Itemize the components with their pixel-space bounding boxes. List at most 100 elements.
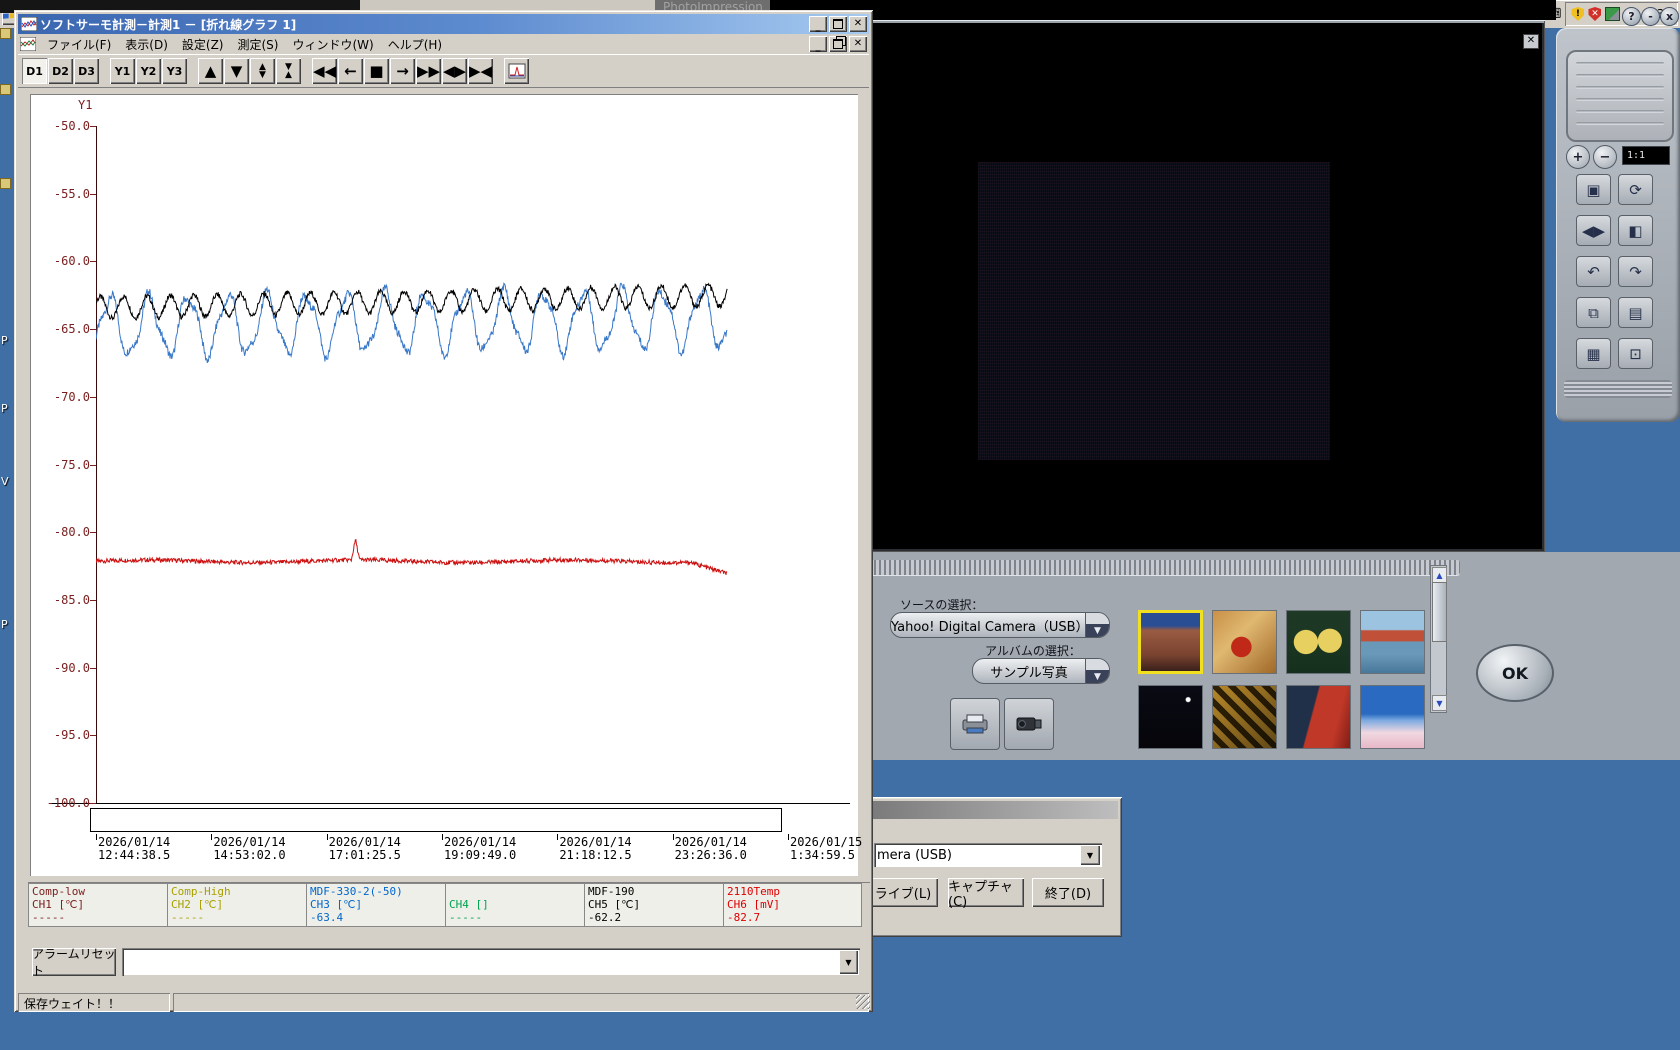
compress-vertical-icon[interactable]: ▼ ▲ — [276, 58, 301, 84]
help-icon[interactable]: ? — [1622, 7, 1641, 26]
minimize-icon[interactable]: - — [1641, 7, 1660, 26]
camcorder-source-button[interactable] — [1004, 698, 1054, 750]
redo-icon[interactable]: ↷ — [1618, 256, 1653, 287]
minimize-icon[interactable]: _ — [809, 16, 827, 32]
thumbnail-gold-weave[interactable] — [1212, 685, 1277, 749]
thumbnail-cardinal-bird[interactable] — [1212, 610, 1277, 674]
thumbnail-yellow-flowers[interactable] — [1286, 610, 1351, 674]
restore-icon[interactable] — [829, 36, 847, 52]
close-icon[interactable]: x — [1660, 7, 1679, 26]
menu-f[interactable]: ファイル(F) — [40, 35, 118, 54]
chevron-down-icon[interactable]: ▼ — [1080, 845, 1100, 865]
capture-source-dropdown[interactable]: mera (USB) ▼ — [874, 843, 1102, 867]
scroll-down-icon[interactable]: ▼ — [224, 58, 249, 84]
mirror-page-icon[interactable]: ◧ — [1618, 215, 1653, 246]
dialog-button-capture[interactable]: キャプチャ(C) — [948, 878, 1024, 910]
thermo-titlebar[interactable]: ソフトサーモ計測－計測1 － [折れ線グラフ 1] _ ✕ — [18, 14, 869, 34]
rotate-icon[interactable]: ⟳ — [1618, 174, 1653, 205]
toolbar-button-y1[interactable]: Y1 — [110, 58, 135, 84]
capture-dialog-titlebar[interactable] — [870, 801, 1118, 819]
alarm-reset-button[interactable]: アラームリセット — [32, 947, 116, 978]
menu-s[interactable]: 測定(S) — [230, 35, 285, 54]
page-icon[interactable]: ▤ — [1618, 297, 1653, 328]
expand-vertical-icon[interactable]: ▲ ▼ — [250, 58, 275, 84]
close-icon[interactable]: ✕ — [849, 36, 867, 52]
desktop-icon-label[interactable]: P — [1, 618, 8, 631]
y-tick-label: -60.0 — [53, 254, 90, 269]
flip-horizontal-icon[interactable]: ◀▶ — [1576, 215, 1611, 246]
scroll-up-icon[interactable]: ▲ — [1432, 567, 1447, 583]
chevron-down-icon[interactable]: ▼ — [1085, 613, 1109, 637]
stop-icon[interactable]: ■ — [364, 58, 389, 84]
fast-forward-icon[interactable]: ▶▶ — [416, 58, 441, 84]
minimize-icon[interactable]: _ — [809, 36, 827, 52]
toolbar-button-d3[interactable]: D3 — [74, 58, 99, 84]
thumbnail-night-sky[interactable] — [1138, 685, 1203, 749]
toolbar-button-d2[interactable]: D2 — [48, 58, 73, 84]
resize-grip[interactable] — [856, 995, 870, 1009]
close-icon[interactable]: ✕ — [849, 16, 867, 32]
menu-h[interactable]: ヘルプ(H) — [381, 35, 449, 54]
mdi-child-icon[interactable] — [20, 37, 36, 51]
scroll-up-icon[interactable]: ▲ — [198, 58, 223, 84]
zoom-in-icon[interactable]: + — [1566, 145, 1590, 169]
source-select-value: Yahoo! Digital Camera（USB） — [891, 619, 1085, 635]
photoimpression-tool-panel: + − 1:1 ▣ ⟳ ◀▶ ◧ ↶ ↷ ⧉ ▤ ▦ ⊡ — [1556, 28, 1680, 422]
thumbnail-sky-clouds[interactable] — [1360, 685, 1425, 749]
thumbnail-ship-bow[interactable] — [1286, 685, 1351, 749]
error-shield-icon[interactable]: ✕ — [1588, 7, 1602, 21]
chevron-down-icon[interactable]: ▼ — [1085, 659, 1109, 683]
menu-w[interactable]: ウィンドウ(W) — [285, 35, 380, 54]
legend-cell-ch6: 2110Temp CH6 [mV] -82.7 — [723, 883, 862, 927]
thumbnail-red-rock-spires[interactable] — [1138, 610, 1203, 674]
scanner-source-button[interactable] — [950, 698, 1000, 750]
scrollbar-thumb[interactable] — [1432, 582, 1447, 642]
warning-shield-icon[interactable]: ! — [1571, 7, 1585, 21]
alarm-combo-box[interactable]: ▼ — [122, 948, 860, 976]
fast-back-icon[interactable]: ◀◀ — [312, 58, 337, 84]
preview-close-icon[interactable]: ✕ — [1523, 34, 1539, 49]
desktop-icon-fragment[interactable] — [0, 84, 11, 95]
status-message: 保存ウェイト！！ — [18, 993, 170, 1012]
print-icon[interactable]: ▦ — [1576, 338, 1611, 369]
ridge-divider — [834, 560, 1460, 575]
scroll-down-icon[interactable]: ▼ — [1432, 695, 1447, 711]
dialog-button-drive[interactable]: ライブ(L) — [868, 878, 938, 907]
capture-dialog: mera (USB) ▼ ライブ(L) キャプチャ(C) 終了(D) — [866, 797, 1122, 937]
compress-horizontal-icon[interactable]: ▶◀ — [468, 58, 493, 84]
maximize-icon[interactable] — [829, 16, 847, 32]
toolbar-button-d1[interactable]: D1 — [22, 58, 47, 84]
desktop-icon-label[interactable]: V — [1, 475, 9, 488]
dialog-button-exit[interactable]: 終了(D) — [1032, 878, 1104, 907]
toolbar-button-y3[interactable]: Y3 — [162, 58, 187, 84]
toolbar-button-y2[interactable]: Y2 — [136, 58, 161, 84]
desktop-icon-label[interactable]: P — [1, 402, 8, 415]
ridge-divider — [1564, 380, 1672, 398]
thumbnail-scrollbar[interactable]: ▲ ▼ — [1430, 565, 1447, 713]
thumbnail-harbor-boats[interactable] — [1360, 610, 1425, 674]
y-tick-label: -70.0 — [53, 389, 90, 404]
desktop-icon-fragment[interactable] — [0, 178, 11, 189]
expand-horizontal-icon[interactable]: ◀▶ — [442, 58, 467, 84]
toolbar-gap — [100, 71, 110, 72]
undo-icon[interactable]: ↶ — [1576, 256, 1611, 287]
desktop-icon-label[interactable]: P — [1, 334, 8, 347]
menu-d[interactable]: 表示(D) — [118, 35, 175, 54]
legend-cell-ch2: Comp-High CH2 [℃] ----- — [167, 883, 306, 927]
step-back-icon[interactable]: ← — [338, 58, 363, 84]
graph-view-icon[interactable] — [504, 58, 529, 84]
menu-z[interactable]: 設定(Z) — [175, 35, 231, 54]
ok-button[interactable]: OK — [1476, 644, 1554, 702]
camcorder-icon — [1016, 717, 1042, 731]
range-indicator-box[interactable] — [90, 808, 782, 832]
album-select-dropdown[interactable]: サンプル写真 ▼ — [972, 658, 1110, 684]
source-select-dropdown[interactable]: Yahoo! Digital Camera（USB） ▼ — [890, 612, 1110, 638]
device-icon[interactable] — [1605, 7, 1621, 21]
frame-icon[interactable]: ⊡ — [1618, 338, 1653, 369]
fit-screen-icon[interactable]: ▣ — [1576, 174, 1611, 205]
step-forward-icon[interactable]: → — [390, 58, 415, 84]
copy-icon[interactable]: ⧉ — [1576, 297, 1611, 328]
desktop-icon-fragment[interactable] — [0, 28, 11, 39]
zoom-out-icon[interactable]: − — [1593, 145, 1617, 169]
chevron-down-icon[interactable]: ▼ — [839, 950, 858, 974]
